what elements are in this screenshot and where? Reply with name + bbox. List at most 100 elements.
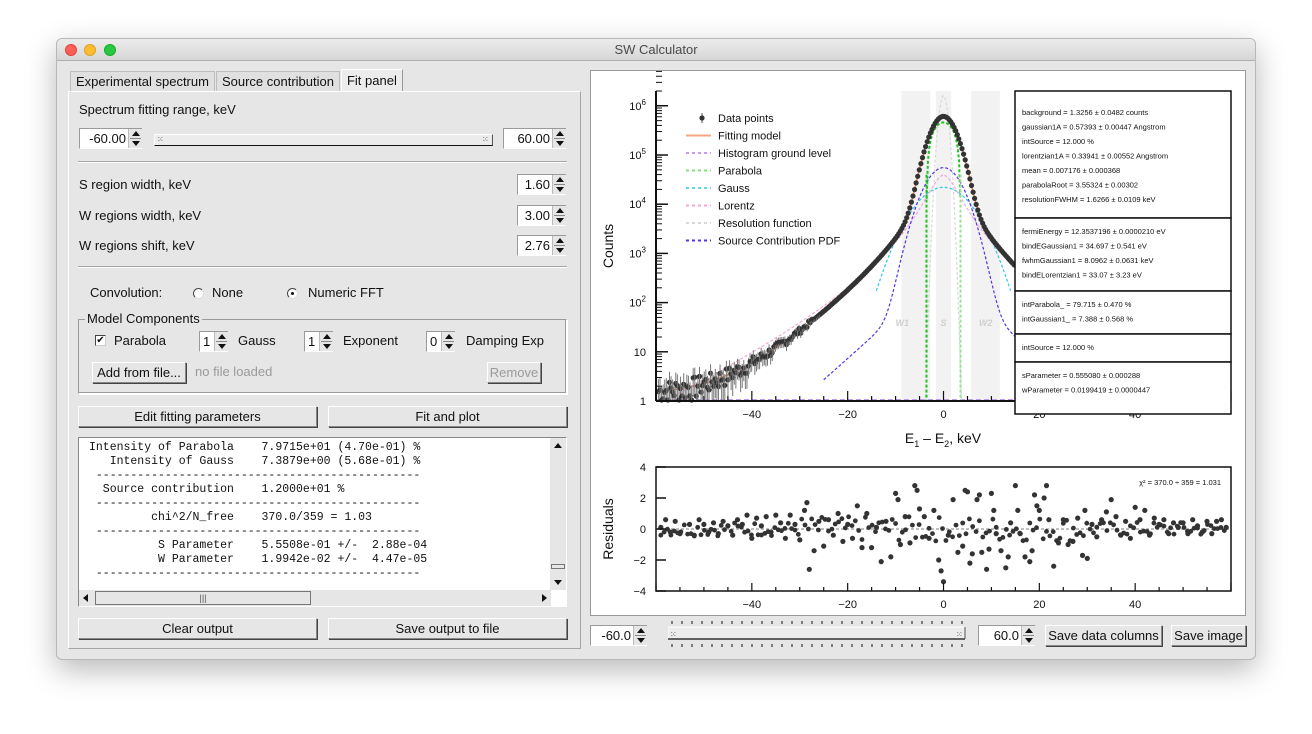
increment-arrow-icon[interactable] (556, 208, 564, 213)
increment-arrow-icon[interactable] (556, 177, 564, 182)
remove-button[interactable]: Remove (487, 362, 541, 383)
decrement-arrow-icon[interactable] (218, 344, 226, 349)
s-width-spinner[interactable]: 1.60 (517, 174, 566, 195)
decrement-arrow-icon[interactable] (1025, 638, 1033, 643)
increment-arrow-icon[interactable] (445, 334, 453, 339)
decrement-arrow-icon[interactable] (637, 638, 645, 643)
output-textarea[interactable]: Intensity of Parabola 7.9715e+01 (4.70e-… (78, 437, 567, 607)
residual-point (936, 515, 942, 520)
exponent-count-spinner[interactable]: 1 (304, 331, 333, 352)
stats-entry: bindELorentzian1 = 33.07 ± 3.23 eV (1022, 271, 1142, 280)
data-point (921, 149, 927, 155)
stats-entry: fwhmGaussian1 = 8.0962 ± 0.0631 keV (1022, 256, 1154, 265)
increment-arrow-icon[interactable] (1025, 628, 1033, 633)
increment-arrow-icon[interactable] (637, 628, 645, 633)
fitting-range-slider[interactable]: ⁙ ⁙ (154, 134, 493, 146)
horizontal-scrollbar[interactable]: ||| (79, 590, 551, 606)
damping-count-spinner[interactable]: 0 (426, 331, 455, 352)
slider-min-handle[interactable]: ⁙ (157, 136, 165, 144)
increment-arrow-icon[interactable] (323, 334, 331, 339)
residual-point (799, 516, 805, 522)
tab-source-contribution[interactable]: Source contribution (215, 71, 340, 91)
residual-point (712, 527, 717, 533)
y-tick-exponent: 4 (642, 196, 647, 205)
gauss-count-spinner[interactable]: 1 (199, 331, 228, 352)
plot-max-spinner[interactable]: 60.0 (978, 625, 1035, 646)
data-point (961, 151, 967, 157)
residual-point (931, 507, 937, 513)
residual-point (960, 520, 966, 526)
s-width-value: 1.60 (524, 177, 550, 192)
convolution-none-radio[interactable] (193, 288, 204, 299)
scroll-right-arrow-icon[interactable] (542, 594, 547, 602)
data-point (975, 207, 981, 213)
residual-point (1221, 528, 1227, 533)
range-min-spinner[interactable]: -60.00 (79, 128, 142, 149)
residual-point (895, 497, 901, 503)
plot-range-slider[interactable]: ⁙ ⁙ (668, 619, 968, 649)
increment-arrow-icon[interactable] (218, 334, 226, 339)
vertical-scroll-thumb[interactable] (551, 564, 565, 569)
save-image-button[interactable]: Save image (1171, 625, 1246, 646)
decrement-arrow-icon[interactable] (323, 344, 331, 349)
residual-point (973, 529, 979, 534)
decrement-arrow-icon[interactable] (556, 218, 564, 223)
residual-point (970, 524, 976, 529)
tab-fit-panel[interactable]: Fit panel (340, 69, 403, 91)
range-max-spinner[interactable]: 60.00 (503, 128, 566, 149)
stats-box (1014, 290, 1232, 335)
residual-point (1067, 538, 1073, 544)
residual-point (1151, 520, 1157, 526)
residual-point (950, 534, 955, 540)
decrement-arrow-icon[interactable] (132, 141, 140, 146)
data-point (910, 193, 916, 199)
exponent-count-value: 1 (308, 334, 316, 349)
increment-arrow-icon[interactable] (556, 238, 564, 243)
scroll-left-arrow-icon[interactable] (83, 594, 88, 602)
horizontal-scroll-thumb[interactable]: ||| (95, 591, 311, 605)
scroll-up-arrow-icon[interactable] (554, 443, 562, 448)
convolution-fft-label[interactable]: Numeric FFT (308, 285, 384, 300)
decrement-arrow-icon[interactable] (556, 187, 564, 192)
w-width-spinner[interactable]: 3.00 (517, 205, 566, 226)
data-point (907, 205, 913, 211)
plot-min-spinner[interactable]: -60.0 (590, 625, 647, 646)
convolution-fft-radio[interactable] (287, 288, 298, 299)
vertical-scrollbar[interactable] (550, 438, 566, 590)
decrement-arrow-icon[interactable] (556, 248, 564, 253)
parabola-label[interactable]: Parabola (114, 333, 166, 348)
residual-point (1094, 534, 1100, 540)
residual-point (1008, 520, 1014, 526)
parabola-checkbox[interactable]: ✔ (95, 335, 106, 346)
residual-point (960, 543, 966, 549)
decrement-arrow-icon[interactable] (445, 344, 453, 349)
save-data-columns-button[interactable]: Save data columns (1045, 625, 1162, 646)
fit-and-plot-button[interactable]: Fit and plot (328, 406, 567, 427)
residual-point (701, 521, 707, 527)
plot-canvas[interactable]: W1 S W2 1 10 102 103 104 105 106 −40 −20 0 20 40 Counts… (590, 58, 1246, 616)
scroll-down-arrow-icon[interactable] (554, 580, 562, 585)
residual-point (792, 527, 798, 533)
clear-output-button[interactable]: Clear output (78, 618, 317, 639)
tab-experimental-spectrum[interactable]: Experimental spectrum (70, 71, 215, 91)
residual-point (969, 551, 975, 557)
residual-point (936, 557, 942, 563)
residual-point (678, 529, 684, 535)
convolution-none-label[interactable]: None (212, 285, 243, 300)
residual-point (1132, 504, 1138, 510)
data-point (908, 199, 914, 205)
w-shift-spinner[interactable]: 2.76 (517, 235, 566, 256)
increment-arrow-icon[interactable] (132, 131, 140, 136)
residual-point (1057, 535, 1063, 541)
add-from-file-button[interactable]: Add from file... (92, 362, 186, 383)
residual-point (993, 531, 999, 537)
save-output-button[interactable]: Save output to file (328, 618, 567, 639)
y-tick-label: 102 (629, 295, 646, 310)
slider-max-handle[interactable]: ⁙ (482, 136, 490, 144)
residual-point (1081, 533, 1086, 539)
decrement-arrow-icon[interactable] (556, 141, 564, 146)
increment-arrow-icon[interactable] (556, 131, 564, 136)
region-label: W2 (979, 318, 993, 328)
residual-y-axis-label: Residuals (600, 498, 616, 559)
edit-fitting-parameters-button[interactable]: Edit fitting parameters (78, 406, 317, 427)
